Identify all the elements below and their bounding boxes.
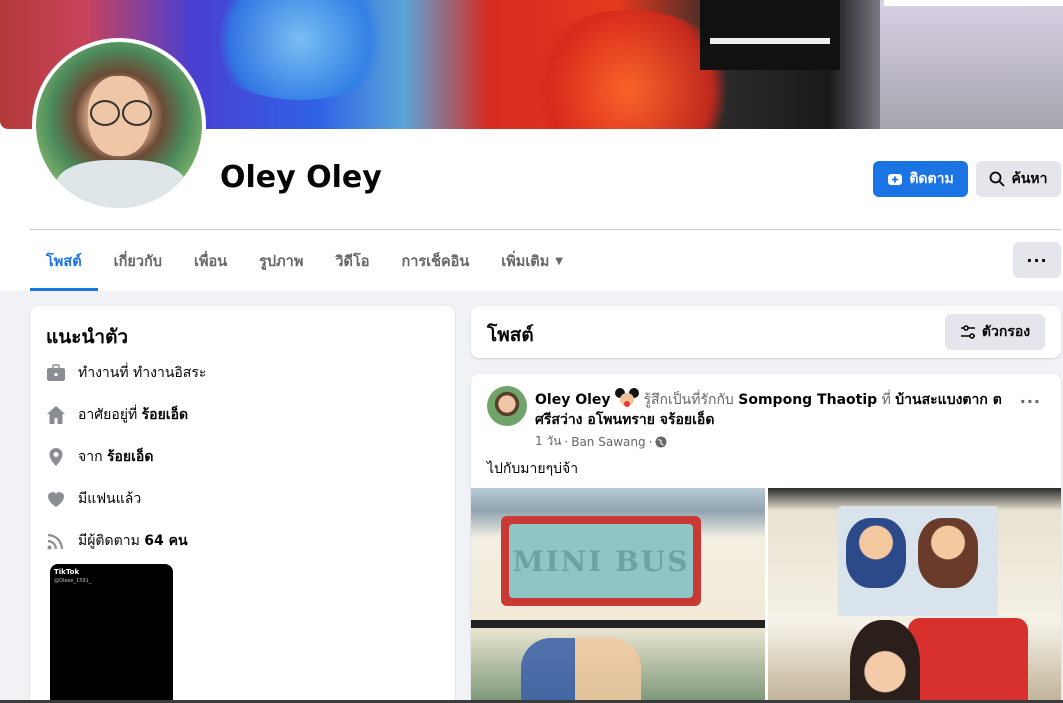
profile-header: Oley Oley ติดตาม ค้นหา โพสต์ เกี่ยวกับ เ… (0, 0, 1063, 291)
cover-decor (880, 0, 1063, 129)
post-photos: MINI BUS (471, 488, 1061, 703)
search-button[interactable]: ค้นหา (976, 161, 1061, 197)
intro-from-place[interactable]: ร้อยเอ็ด (107, 449, 153, 465)
intro-work: ทำงานที่ ทำงานอิสระ (46, 362, 206, 384)
intro-relationship-text: มีแฟนแล้ว (78, 491, 142, 507)
profile-avatar[interactable] (32, 38, 206, 212)
post-at-word: ที่ (881, 392, 891, 408)
tiktok-logo: TikTok (54, 568, 80, 576)
post-tagged-person[interactable]: Sompong Thaotip (738, 392, 877, 408)
follow-button[interactable]: ติดตาม (873, 161, 968, 197)
intro-followers-prefix: มีผู้ติดตาม (78, 533, 145, 549)
intro-work-text: ทำงานที่ ทำงานอิสระ (78, 365, 207, 381)
search-icon (990, 171, 1006, 187)
post-photo-1[interactable]: MINI BUS (471, 488, 765, 703)
cover-decor (200, 0, 400, 100)
globe-icon (655, 436, 667, 447)
feeling-emoji-icon (614, 388, 639, 408)
cover-decor (700, 0, 840, 70)
post-author-avatar[interactable] (487, 386, 527, 426)
tab-friends[interactable]: เพื่อน (178, 232, 243, 290)
cover-decor (884, 0, 1063, 6)
post-author-name[interactable]: Oley Oley (535, 392, 611, 408)
profile-tabs: โพสต์ เกี่ยวกับ เพื่อน รูปภาพ วิดีโอ การ… (30, 231, 579, 291)
photo-sign-text: MINI BUS (509, 524, 693, 598)
tab-photos[interactable]: รูปภาพ (243, 232, 319, 290)
tiktok-handle: @Oleee_1591_ (54, 578, 92, 584)
post-feeling: รู้สึกเป็นที่รักกับ (643, 392, 734, 408)
profile-name: Oley Oley (220, 160, 382, 195)
more-options-button[interactable]: ··· (1013, 242, 1061, 278)
post-photo-2[interactable] (768, 488, 1061, 703)
intro-followers: มีผู้ติดตาม 64 คน (46, 530, 188, 552)
tab-about[interactable]: เกี่ยวกับ (98, 232, 178, 290)
intro-from: จาก ร้อยเอ็ด (46, 446, 153, 468)
featured-tiktok-video[interactable]: TikTok @Oleee_1591_ (50, 564, 173, 703)
intro-title: แนะนำตัว (46, 326, 129, 348)
intro-lives: อาศัยอยู่ที่ ร้อยเอ็ด (46, 404, 188, 426)
user-plus-icon (888, 174, 903, 185)
intro-followers-count[interactable]: 64 คน (144, 533, 187, 549)
post-meta: 1 วัน · Ban Sawang · (535, 432, 667, 451)
post-place[interactable]: Ban Sawang (571, 435, 645, 449)
follow-label: ติดตาม (909, 171, 954, 187)
rss-icon (46, 531, 66, 551)
pin-icon (46, 447, 66, 467)
posts-title: โพสต์ (487, 324, 534, 346)
sliders-icon (960, 325, 975, 339)
briefcase-icon (46, 363, 66, 383)
post-options-button[interactable]: ··· (1020, 392, 1041, 411)
tab-posts[interactable]: โพสต์ (30, 232, 98, 291)
intro-card: แนะนำตัว ทำงานที่ ทำงานอิสระ อาศัยอยู่ที… (30, 306, 455, 703)
photo-sign: MINI BUS (501, 516, 701, 606)
filter-button[interactable]: ตัวกรอง (945, 314, 1045, 350)
tab-videos[interactable]: วิดีโอ (319, 232, 385, 290)
filter-label: ตัวกรอง (981, 324, 1031, 340)
tab-checkins[interactable]: การเช็คอิน (385, 232, 485, 290)
posts-header-card: โพสต์ ตัวกรอง (471, 306, 1061, 358)
intro-lives-prefix: อาศัยอยู่ที่ (78, 407, 142, 423)
tab-more[interactable]: เพิ่มเติม ▼ (485, 232, 579, 290)
intro-from-prefix: จาก (78, 449, 107, 465)
home-icon (46, 405, 66, 425)
post-text: ไปกับมายๆบ่จ้า (487, 461, 579, 477)
header-divider (30, 229, 1061, 230)
post-header: Oley Oley รู้สึกเป็นที่รักกับ Sompong Th… (535, 388, 1005, 430)
profile-page: Oley Oley ติดตาม ค้นหา โพสต์ เกี่ยวกับ เ… (0, 0, 1063, 703)
intro-relationship: มีแฟนแล้ว (46, 488, 141, 510)
post-time[interactable]: 1 วัน (535, 432, 561, 451)
search-label: ค้นหา (1011, 171, 1048, 187)
intro-lives-place[interactable]: ร้อยเอ็ด (142, 407, 188, 423)
post-card: Oley Oley รู้สึกเป็นที่รักกับ Sompong Th… (471, 374, 1061, 703)
avatar-image (36, 42, 202, 208)
heart-icon (46, 489, 66, 509)
caret-down-icon: ▼ (555, 255, 563, 267)
